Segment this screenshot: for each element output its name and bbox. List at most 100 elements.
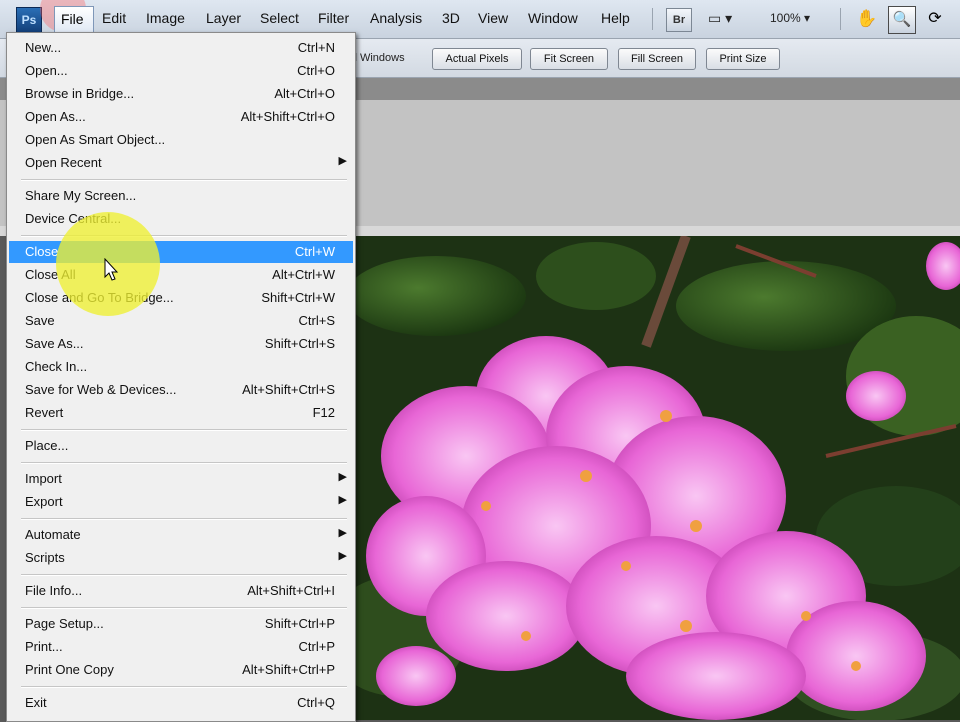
menu-file[interactable]: File	[54, 6, 94, 34]
menu-item-print[interactable]: Print... Ctrl+P	[9, 636, 353, 658]
actual-pixels-button[interactable]: Actual Pixels	[432, 48, 522, 70]
menu-item-file-info[interactable]: File Info... Alt+Shift+Ctrl+I	[9, 580, 353, 602]
menu-separator	[21, 179, 347, 181]
menu-item-label: Share My Screen...	[25, 188, 137, 203]
toolbar-divider	[840, 8, 841, 30]
mouse-pointer-icon	[104, 258, 119, 281]
menu-separator	[21, 429, 347, 431]
fill-screen-button[interactable]: Fill Screen	[618, 48, 696, 70]
menu-item-browse-in-bridge[interactable]: Browse in Bridge... Alt+Ctrl+O	[9, 83, 353, 105]
menu-item-label: Open As Smart Object...	[25, 132, 166, 147]
menu-item-label: Page Setup...	[25, 616, 104, 631]
zoom-level-value: 100%	[770, 11, 801, 25]
menu-edit[interactable]: Edit	[102, 10, 126, 26]
menu-select[interactable]: Select	[260, 10, 299, 26]
menu-item-print-one-copy[interactable]: Print One Copy Alt+Shift+Ctrl+P	[9, 659, 353, 681]
menu-item-export[interactable]: Export ▶	[9, 491, 353, 513]
menu-item-check-in[interactable]: Check In...	[9, 356, 353, 378]
submenu-arrow-icon: ▶	[338, 155, 347, 167]
menu-item-new[interactable]: New... Ctrl+N	[9, 37, 353, 59]
menu-item-place[interactable]: Place...	[9, 435, 353, 457]
menu-item-label: Save	[25, 313, 55, 328]
menu-item-shortcut: Shift+Ctrl+W	[261, 290, 335, 305]
menu-separator	[21, 462, 347, 464]
submenu-arrow-icon: ▶	[338, 550, 347, 562]
menu-item-shortcut: F12	[312, 405, 335, 420]
menu-item-revert[interactable]: Revert F12	[9, 402, 353, 424]
bridge-button[interactable]: Br	[666, 8, 692, 32]
menu-item-exit[interactable]: Exit Ctrl+Q	[9, 692, 353, 714]
menu-item-label: Place...	[25, 438, 69, 453]
menu-window[interactable]: Window	[528, 10, 578, 26]
menu-analysis[interactable]: Analysis	[370, 10, 422, 26]
print-size-button[interactable]: Print Size	[706, 48, 780, 70]
menu-separator	[21, 607, 347, 609]
menu-item-device-central[interactable]: Device Central...	[9, 208, 353, 230]
menu-separator	[21, 686, 347, 688]
hand-icon[interactable]: ✋	[856, 8, 878, 30]
menu-item-label: Scripts	[25, 550, 65, 565]
menu-item-label: Import	[25, 471, 62, 486]
menu-item-scripts[interactable]: Scripts ▶	[9, 547, 353, 569]
zoom-level-select[interactable]: 100% ▾	[770, 11, 810, 25]
menu-item-save[interactable]: Save Ctrl+S	[9, 310, 353, 332]
menu-item-shortcut: Alt+Shift+Ctrl+P	[242, 662, 335, 677]
menu-item-share-my-screen[interactable]: Share My Screen...	[9, 185, 353, 207]
menu-item-label: Open...	[25, 63, 68, 78]
menu-item-open-recent[interactable]: Open Recent ▶	[9, 152, 353, 174]
menu-item-save-as[interactable]: Save As... Shift+Ctrl+S	[9, 333, 353, 355]
menu-item-shortcut: Alt+Shift+Ctrl+S	[242, 382, 335, 397]
rhododendron-photo	[356, 236, 960, 720]
submenu-arrow-icon: ▶	[338, 527, 347, 539]
menu-filter[interactable]: Filter	[318, 10, 349, 26]
menu-item-save-for-web-devices[interactable]: Save for Web & Devices... Alt+Shift+Ctrl+…	[9, 379, 353, 401]
menu-item-shortcut: Ctrl+N	[297, 40, 335, 55]
menu-item-label: Automate	[25, 527, 81, 542]
menu-item-label: Open As...	[25, 109, 86, 124]
menu-item-shortcut: Alt+Ctrl+W	[272, 267, 335, 282]
menu-item-import[interactable]: Import ▶	[9, 468, 353, 490]
menu-3d[interactable]: 3D	[442, 10, 460, 26]
menu-item-label: New...	[25, 40, 62, 55]
menu-item-open[interactable]: Open... Ctrl+O	[9, 60, 353, 82]
submenu-arrow-icon: ▶	[338, 471, 347, 483]
menu-help[interactable]: Help	[601, 10, 630, 26]
menu-item-shortcut: Ctrl+S	[298, 313, 335, 328]
menu-item-shortcut: Alt+Ctrl+O	[274, 86, 335, 101]
menu-item-label: Browse in Bridge...	[25, 86, 135, 101]
fit-screen-button[interactable]: Fit Screen	[530, 48, 608, 70]
zoom-all-windows-label[interactable]: ll Windows	[352, 52, 405, 64]
rotate-view-icon[interactable]: ⟳	[924, 8, 946, 30]
menu-item-open-as[interactable]: Open As... Alt+Shift+Ctrl+O	[9, 106, 353, 128]
photoshop-logo-icon[interactable]: Ps	[16, 7, 42, 33]
menu-item-shortcut: Alt+Shift+Ctrl+I	[247, 583, 335, 598]
menu-item-label: Close	[25, 244, 59, 259]
menu-separator	[21, 518, 347, 520]
menu-item-label: Check In...	[25, 359, 88, 374]
screen-mode-icon[interactable]: ▭ ▾	[708, 10, 732, 27]
menu-item-label: Print...	[25, 639, 63, 654]
zoom-icon[interactable]: 🔍	[888, 6, 916, 34]
menu-item-close-and-go-to-bridge[interactable]: Close and Go To Bridge...Shift+Ctrl+W	[9, 287, 353, 309]
menu-item-label: Exit	[25, 695, 47, 710]
menu-item-open-as-smart-object[interactable]: Open As Smart Object...	[9, 129, 353, 151]
menu-view[interactable]: View	[478, 10, 508, 26]
menu-item-automate[interactable]: Automate ▶	[9, 524, 353, 546]
toolbar-divider	[652, 8, 653, 30]
menu-item-label: Open Recent	[25, 155, 102, 170]
menu-item-page-setup[interactable]: Page Setup... Shift+Ctrl+P	[9, 613, 353, 635]
menu-item-label: Export	[25, 494, 63, 509]
menu-item-label: Save for Web & Devices...	[25, 382, 177, 397]
menu-item-label: Save As...	[25, 336, 84, 351]
menu-item-shortcut: Shift+Ctrl+S	[264, 336, 335, 351]
menu-item-shortcut: Ctrl+O	[297, 63, 335, 78]
menu-item-shortcut: Ctrl+Q	[297, 695, 335, 710]
menu-separator	[21, 574, 347, 576]
menu-item-shortcut: Ctrl+P	[298, 639, 335, 654]
menu-item-label: Revert	[25, 405, 64, 420]
menu-layer[interactable]: Layer	[206, 10, 241, 26]
menu-file-label: File	[61, 11, 84, 27]
submenu-arrow-icon: ▶	[338, 494, 347, 506]
menu-image[interactable]: Image	[146, 10, 185, 26]
file-menu-dropdown: New... Ctrl+N Open... Ctrl+O Browse in Bridg…	[6, 32, 356, 722]
